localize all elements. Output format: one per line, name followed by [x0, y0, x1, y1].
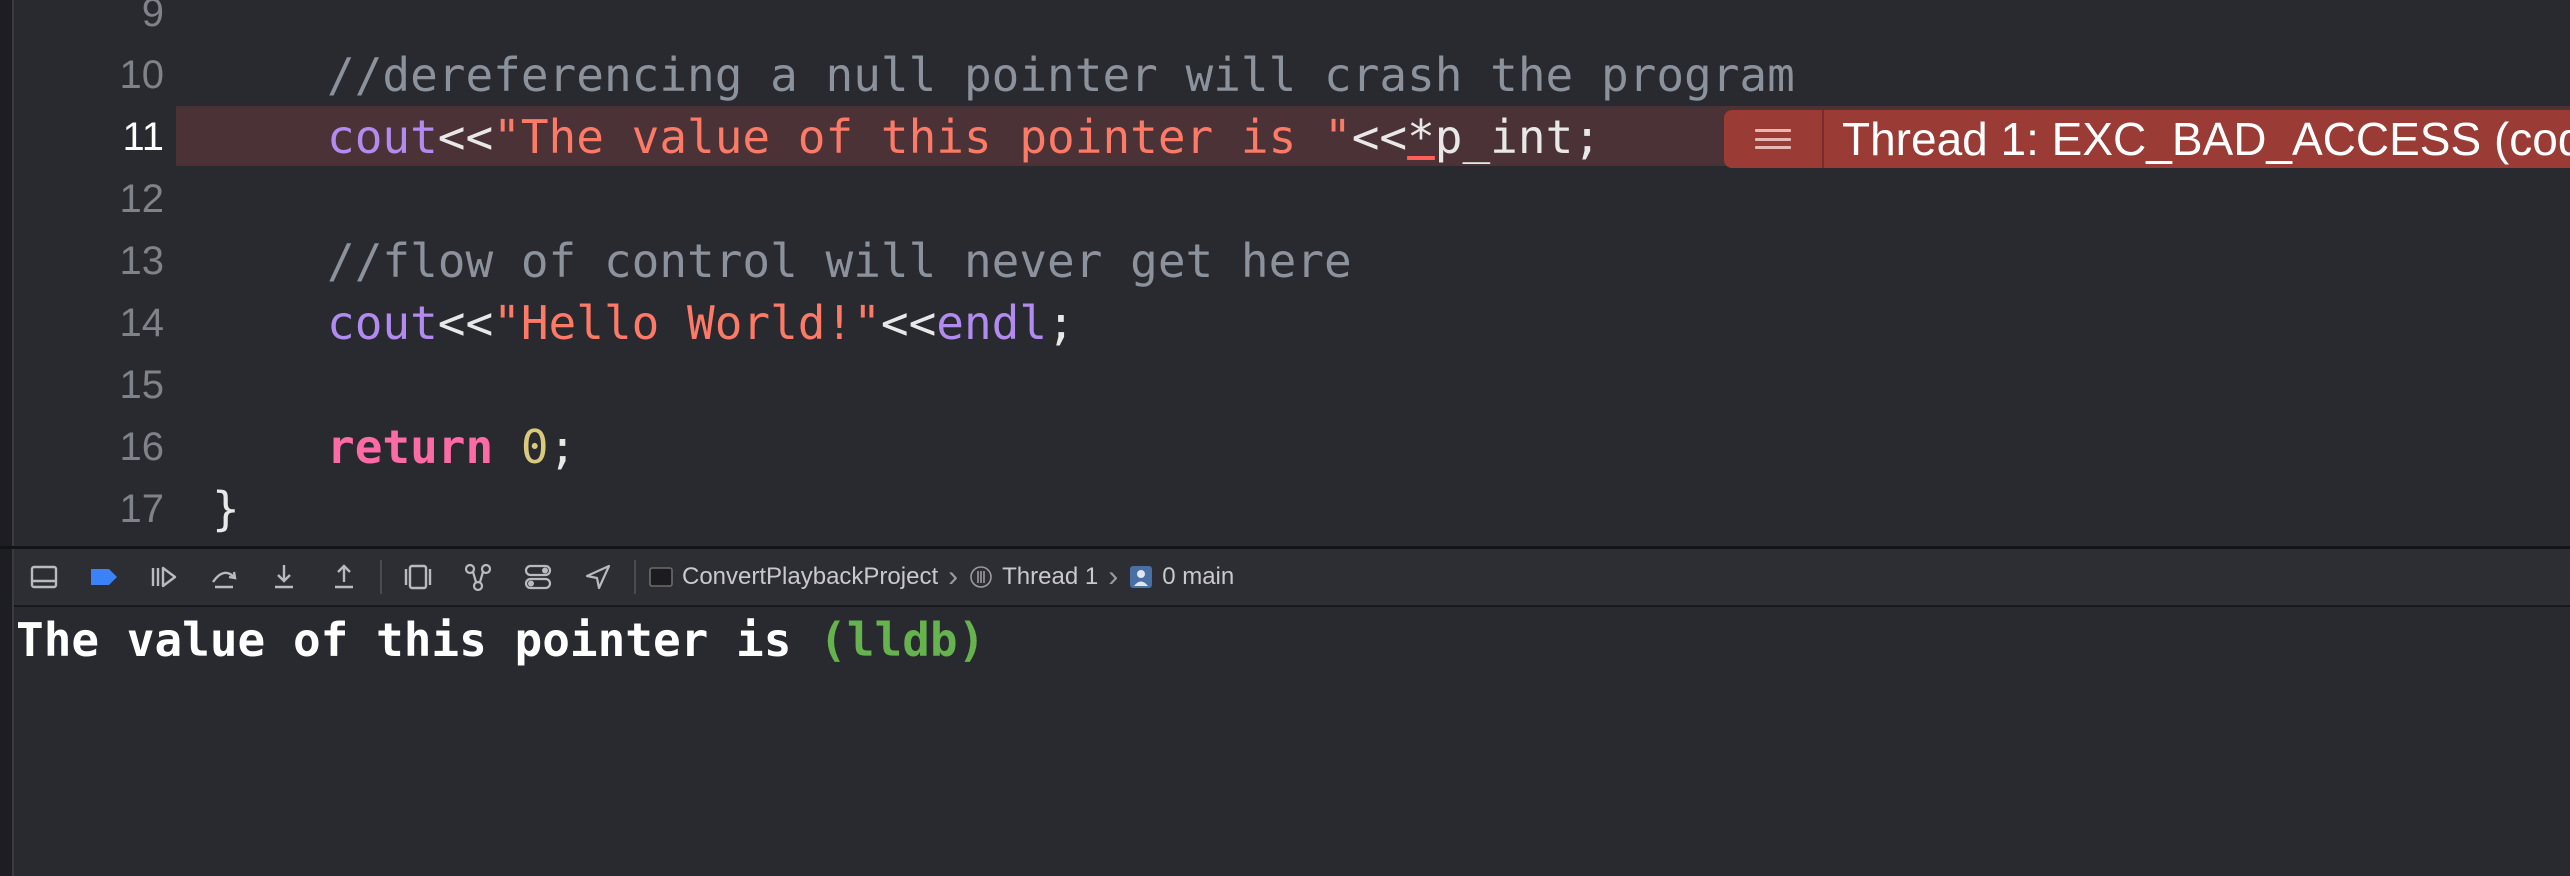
chevron-right-icon: ›	[948, 560, 959, 593]
code-line-13[interactable]: 13 //flow of control will never get here	[14, 230, 2570, 292]
line-number: 17	[119, 487, 165, 531]
code-line-16[interactable]: 16 return 0;	[14, 416, 2570, 478]
code-editor[interactable]: 9 10 //dereferencing a null pointer will…	[14, 0, 2570, 546]
view-hierarchy-icon	[404, 564, 432, 590]
breakpoints-toggle-button[interactable]	[74, 549, 134, 605]
operator: <<	[880, 296, 937, 350]
identifier: p_int;	[1434, 110, 1601, 164]
toolbar-separator	[380, 560, 382, 594]
keyword: cout	[327, 110, 438, 164]
operator: <<	[1351, 110, 1408, 164]
code-text: }	[212, 478, 240, 540]
breadcrumb-project[interactable]: ConvertPlaybackProject	[682, 563, 938, 591]
left-gutter-edge	[0, 0, 14, 876]
line-number: 9	[141, 0, 164, 35]
error-message: Thread 1: EXC_BAD_ACCESS (code=1, addres…	[1842, 113, 2570, 165]
terminal-app-icon	[649, 567, 673, 587]
code-text: cout<<"The value of this pointer is "<<*…	[327, 106, 1601, 168]
breadcrumb-frame[interactable]: 0 main	[1162, 563, 1234, 591]
lldb-prompt: (lldb)	[819, 613, 986, 667]
error-annotation[interactable]: Thread 1: EXC_BAD_ACCESS (code=1, addres…	[1724, 110, 2570, 168]
continue-button[interactable]	[134, 549, 194, 605]
code-text: //flow of control will never get here	[327, 230, 1352, 292]
line-number: 10	[119, 53, 165, 97]
number-literal: 0	[520, 420, 549, 474]
keyword: return	[327, 420, 494, 474]
step-into-button[interactable]	[254, 549, 314, 605]
debug-console[interactable]: The value of this pointer is (lldb)	[14, 607, 2570, 876]
line-number: 13	[119, 239, 165, 283]
hide-debug-area-button[interactable]	[14, 549, 74, 605]
terminator: ;	[1047, 296, 1075, 350]
keyword: cout	[327, 296, 438, 350]
comment: //dereferencing a null pointer will cras…	[327, 48, 1795, 102]
memory-graph-button[interactable]	[448, 549, 508, 605]
operator: <<	[437, 296, 494, 350]
toolbar-separator	[634, 560, 636, 594]
step-over-icon	[212, 571, 237, 589]
environment-overrides-button[interactable]	[508, 549, 568, 605]
breadcrumb-thread[interactable]: Thread 1	[1002, 563, 1098, 591]
terminator: ;	[548, 420, 577, 474]
toggle-switches-icon	[524, 564, 552, 590]
line-number: 14	[119, 301, 165, 345]
string-literal: "The value of this pointer is "	[493, 110, 1352, 164]
step-out-button[interactable]	[314, 549, 374, 605]
keyword: endl	[936, 296, 1048, 350]
code-text: //dereferencing a null pointer will cras…	[327, 44, 1795, 106]
stack-frame-icon	[1130, 566, 1153, 588]
panel-toggle-icon	[30, 565, 58, 589]
console-output: The value of this pointer is (lldb)	[16, 609, 985, 671]
breadcrumb: ConvertPlaybackProject › Thread 1 › 0 ma…	[648, 560, 1234, 594]
code-line-15[interactable]: 15	[14, 354, 2570, 416]
code-text: return 0;	[327, 416, 576, 478]
chevron-right-icon: ›	[1108, 560, 1119, 593]
issue-list-icon[interactable]	[1724, 110, 1824, 168]
code-line-9[interactable]: 9	[14, 0, 2570, 44]
step-out-icon	[335, 564, 353, 589]
line-number: 12	[119, 177, 165, 221]
code-line-12[interactable]: 12	[14, 168, 2570, 230]
operator: <<	[437, 110, 494, 164]
program-output: The value of this pointer is	[16, 613, 820, 667]
step-over-button[interactable]	[194, 549, 254, 605]
breakpoint-icon	[91, 569, 117, 585]
code-text: cout<<"Hello World!"<<endl;	[327, 292, 1075, 354]
step-into-icon	[275, 565, 293, 589]
code-line-14[interactable]: 14 cout<<"Hello World!"<<endl;	[14, 292, 2570, 354]
line-number: 16	[119, 425, 165, 469]
simulate-location-button[interactable]	[568, 549, 628, 605]
continue-icon	[151, 566, 177, 588]
location-arrow-icon	[585, 564, 611, 590]
comment: //flow of control will never get here	[327, 234, 1352, 288]
memory-graph-icon	[464, 563, 492, 592]
line-number: 15	[119, 363, 165, 407]
code-line-10[interactable]: 10 //dereferencing a null pointer will c…	[14, 44, 2570, 106]
debug-toolbar: ConvertPlaybackProject › Thread 1 › 0 ma…	[14, 549, 2570, 607]
string-literal: "Hello World!"	[493, 296, 881, 350]
dereference-operator: *	[1407, 110, 1435, 164]
view-hierarchy-button[interactable]	[388, 549, 448, 605]
thread-icon	[970, 566, 992, 588]
closing-brace: }	[212, 482, 240, 536]
line-number: 11	[122, 115, 164, 159]
code-line-17[interactable]: 17 }	[14, 478, 2570, 540]
